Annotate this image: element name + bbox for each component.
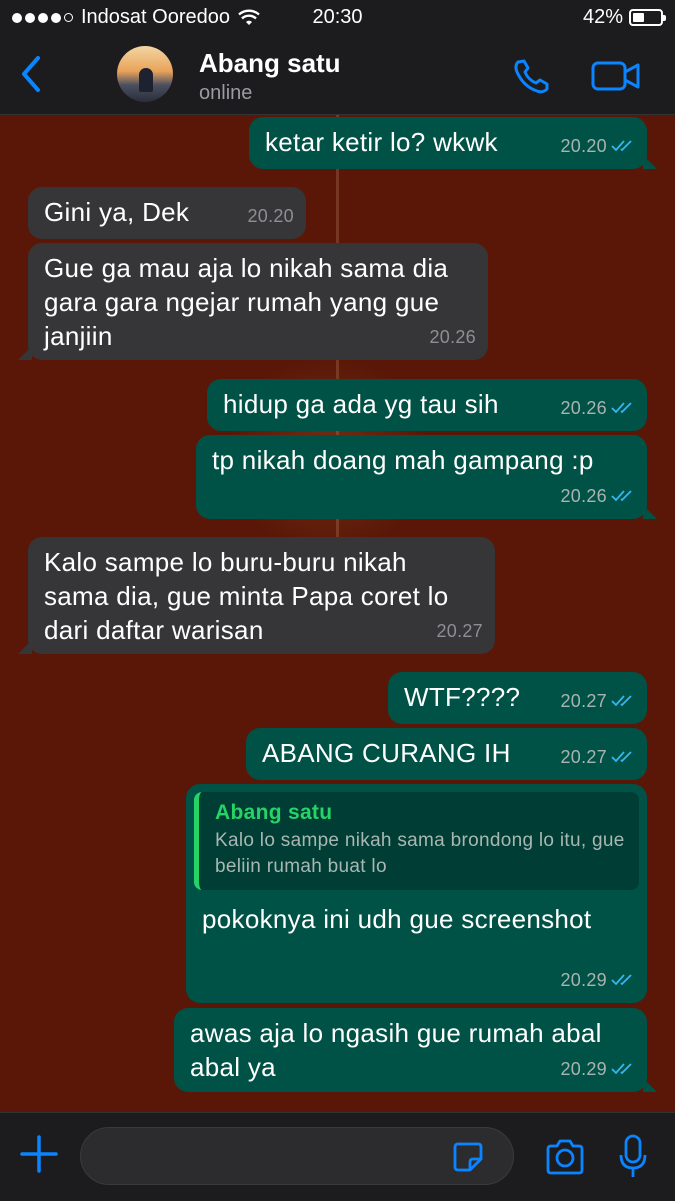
contact-name[interactable]: Abang satu (199, 48, 341, 79)
outgoing-message[interactable]: ketar ketir lo? wkwk 20.20 (249, 117, 657, 169)
incoming-message[interactable]: Kalo sampe lo buru-buru nikah sama dia, … (18, 537, 495, 654)
quoted-message[interactable]: Abang satu Kalo lo sampe nikah sama bron… (194, 792, 639, 890)
message-time: 20.20 (560, 136, 607, 156)
outgoing-message[interactable]: awas aja lo ngasih gue rumah abal abal y… (174, 1008, 657, 1092)
clock: 20:30 (312, 6, 363, 28)
contact-status: online (199, 82, 253, 104)
microphone-icon[interactable] (618, 1133, 648, 1181)
incoming-message[interactable]: Gue ga mau aja lo nikah sama dia gara ga… (18, 243, 488, 360)
incoming-message[interactable]: Gini ya, Dek 20.20 (28, 187, 306, 239)
status-bar: Indosat Ooredoo 20:30 42% (0, 0, 675, 36)
message-input[interactable] (80, 1127, 514, 1185)
outgoing-message[interactable]: Abang satu Kalo lo sampe nikah sama bron… (186, 784, 647, 1003)
message-text: pokoknya ini udh gue screenshot (202, 904, 592, 934)
read-receipt-icon (611, 974, 632, 986)
read-receipt-icon (611, 490, 632, 502)
plus-icon[interactable] (18, 1133, 60, 1175)
message-time: 20.27 (560, 747, 607, 767)
message-text: Gue ga mau aja lo nikah sama dia gara ga… (44, 253, 449, 351)
message-time: 20.27 (436, 621, 483, 641)
read-receipt-icon (611, 402, 632, 414)
read-receipt-icon (611, 1063, 632, 1075)
chat-header: Abang satu online (0, 36, 675, 115)
message-time: 20.27 (560, 691, 607, 711)
message-time: 20.29 (560, 970, 607, 990)
read-receipt-icon (611, 751, 632, 763)
outgoing-message[interactable]: ABANG CURANG IH 20.27 (246, 728, 647, 780)
composer-bar (0, 1112, 675, 1201)
message-text: Kalo sampe lo buru-buru nikah sama dia, … (44, 547, 449, 645)
battery-icon (629, 9, 666, 26)
back-chevron-icon[interactable] (14, 50, 50, 98)
message-time: 20.29 (560, 1059, 607, 1079)
message-time: 20.26 (429, 327, 476, 347)
video-camera-icon[interactable] (590, 56, 642, 96)
camera-icon[interactable] (544, 1137, 586, 1177)
outgoing-message[interactable]: WTF???? 20.27 (388, 672, 647, 724)
read-receipt-icon (611, 695, 632, 707)
message-list[interactable]: ketar ketir lo? wkwk 20.20 Gini ya, Dek … (0, 115, 675, 1112)
quoted-text: Kalo lo sampe nikah sama brondong lo itu… (215, 830, 625, 877)
phone-icon[interactable] (510, 56, 554, 96)
sticker-icon[interactable] (452, 1141, 484, 1173)
quoted-author: Abang satu (215, 801, 333, 824)
message-time: 20.20 (247, 206, 294, 226)
battery-percent: 42% (582, 6, 623, 28)
outgoing-message[interactable]: hidup ga ada yg tau sih 20.26 (207, 379, 647, 431)
message-time: 20.26 (560, 398, 607, 418)
outgoing-message[interactable]: tp nikah doang mah gampang :p 20.26 (196, 435, 657, 519)
message-time: 20.26 (560, 486, 607, 506)
message-text: tp nikah doang mah gampang :p (212, 445, 594, 475)
avatar[interactable] (117, 46, 173, 102)
battery-group: 42% (582, 6, 666, 29)
read-receipt-icon (611, 140, 632, 152)
